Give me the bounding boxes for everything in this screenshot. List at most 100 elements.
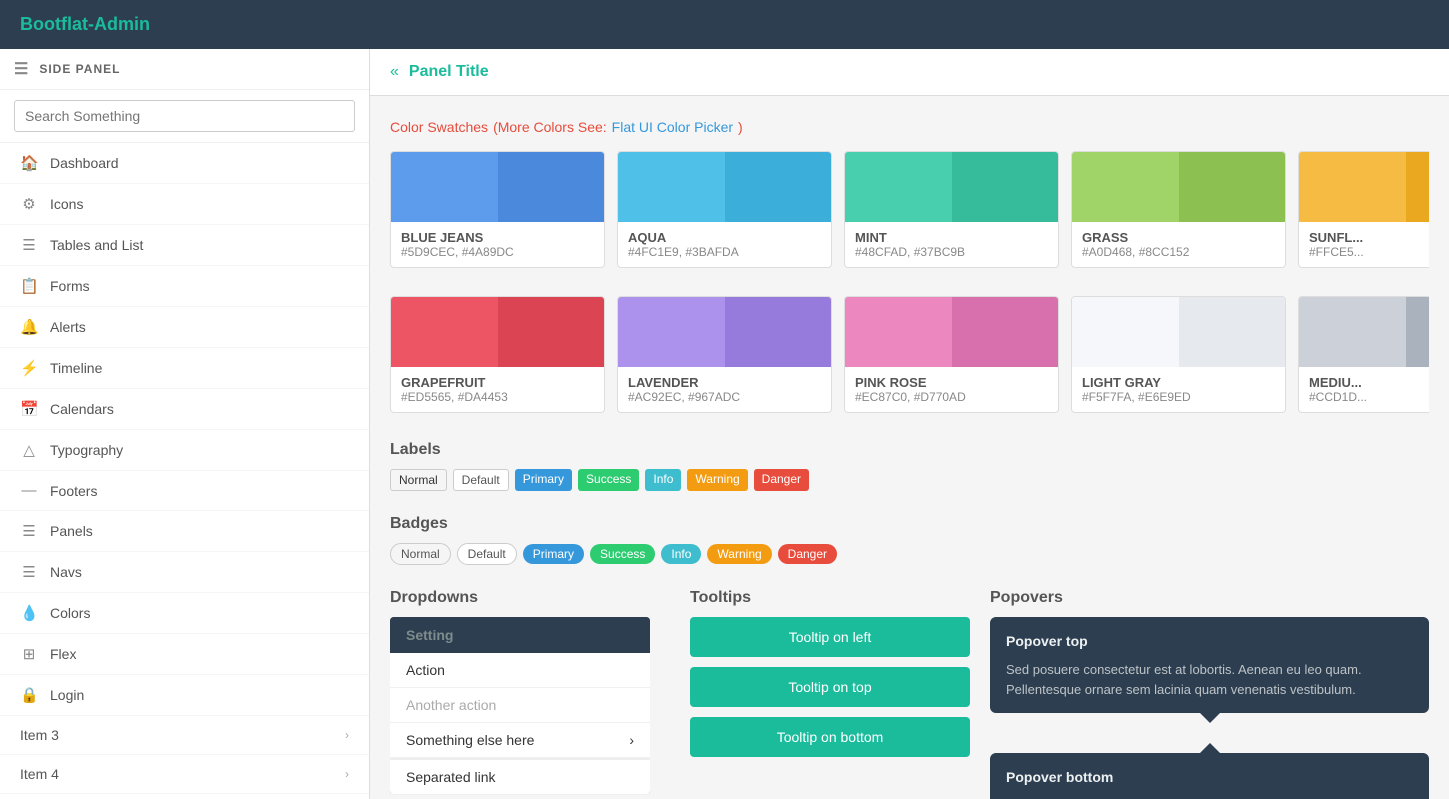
timeline-icon: ⚡: [20, 359, 38, 377]
swatch-sunflower: SUNFL... #FFCE5...: [1298, 151, 1429, 268]
flex-icon: ⊞: [20, 645, 38, 663]
swatch-mint: MINT #48CFAD, #37BC9B: [844, 151, 1059, 268]
swatch-pink-rose: PINK ROSE #EC87C0, #D770AD: [844, 296, 1059, 413]
popovers-title: Popovers: [990, 589, 1429, 607]
tooltip-top-button[interactable]: Tooltip on top: [690, 667, 970, 707]
sidebar-item-dashboard[interactable]: 🏠 Dashboard: [0, 143, 369, 184]
footers-icon: —: [20, 482, 38, 499]
sidebar-item-flex[interactable]: ⊞ Flex: [0, 634, 369, 675]
badge-normal: Normal: [390, 543, 451, 565]
dropdowns-col: Dropdowns Setting Action Another action …: [390, 589, 670, 799]
swatch-aqua: AQUA #4FC1E9, #3BAFDA: [617, 151, 832, 268]
labels-title: Labels: [390, 441, 1429, 459]
sidebar-item-label: Icons: [50, 196, 83, 212]
sidebar-item-calendars[interactable]: 📅 Calendars: [0, 389, 369, 430]
sidebar-item-label: Panels: [50, 523, 93, 539]
sidebar-item-forms[interactable]: 📋 Forms: [0, 266, 369, 307]
sidebar-menu: 🏠 Dashboard ⚙ Icons ☰ Tables and List 📋 …: [0, 143, 369, 799]
forms-icon: 📋: [20, 277, 38, 295]
swatches-section-title: Color Swatches (More Colors See: Flat UI…: [390, 116, 1429, 137]
sidebar-item-icons[interactable]: ⚙ Icons: [0, 184, 369, 225]
colors-icon: 💧: [20, 604, 38, 622]
back-arrow-icon[interactable]: «: [390, 63, 399, 81]
tooltips-title: Tooltips: [690, 589, 970, 607]
three-col-section: Dropdowns Setting Action Another action …: [390, 589, 1429, 799]
typography-icon: △: [20, 441, 38, 459]
calendar-icon: 📅: [20, 400, 38, 418]
dropdown-item-separated[interactable]: Separated link: [390, 758, 650, 795]
swatches-row-1: BLUE JEANS #5D9CEC, #4A89DC AQUA #4FC1E9…: [390, 151, 1429, 268]
table-icon: ☰: [20, 236, 38, 254]
sidebar-item-label: Alerts: [50, 319, 86, 335]
label-info: Info: [645, 469, 681, 491]
badge-default: Default: [457, 543, 517, 565]
sidebar: ☰ SIDE PANEL 🏠 Dashboard ⚙ Icons ☰ Table…: [0, 49, 370, 799]
hamburger-icon[interactable]: ☰: [14, 59, 29, 79]
sidebar-item-typography[interactable]: △ Typography: [0, 430, 369, 471]
search-input[interactable]: [14, 100, 355, 132]
popover-top-arrow: [1200, 713, 1220, 723]
app-title: Bootflat-Admin: [20, 14, 150, 34]
sidebar-item-label: Tables and List: [50, 237, 143, 253]
dropdown-setting: Setting: [390, 617, 650, 653]
dropdown-menu: Setting Action Another action Something …: [390, 617, 650, 795]
sidebar-item-item3[interactable]: Item 3 ›: [0, 716, 369, 755]
chevron-right-icon: ›: [345, 728, 349, 742]
sidebar-title: SIDE PANEL: [39, 62, 120, 76]
label-items: Normal Default Primary Success Info Warn…: [390, 469, 1429, 491]
tooltip-bottom-button[interactable]: Tooltip on bottom: [690, 717, 970, 757]
sidebar-item-label: Calendars: [50, 401, 114, 417]
swatch-lavender: LAVENDER #AC92EC, #967ADC: [617, 296, 832, 413]
sidebar-item-panels[interactable]: ☰ Panels: [0, 511, 369, 552]
main-layout: ☰ SIDE PANEL 🏠 Dashboard ⚙ Icons ☰ Table…: [0, 49, 1449, 799]
sidebar-item-navs[interactable]: ☰ Navs: [0, 552, 369, 593]
popover-top-title: Popover top: [1006, 631, 1413, 652]
bell-icon: 🔔: [20, 318, 38, 336]
sidebar-item-label: Timeline: [50, 360, 102, 376]
sidebar-item-tables[interactable]: ☰ Tables and List: [0, 225, 369, 266]
chevron-right-icon: ›: [345, 767, 349, 781]
sidebar-item-footers[interactable]: — Footers: [0, 471, 369, 511]
swatch-grapefruit: GRAPEFRUIT #ED5565, #DA4453: [390, 296, 605, 413]
sidebar-item-login[interactable]: 🔒 Login: [0, 675, 369, 716]
popover-bottom-arrow: [1200, 743, 1220, 753]
sidebar-item-colors[interactable]: 💧 Colors: [0, 593, 369, 634]
sidebar-search-container: [0, 90, 369, 143]
sidebar-item-label: Flex: [50, 646, 76, 662]
tooltips-col: Tooltips Tooltip on left Tooltip on top …: [690, 589, 970, 799]
popover-bottom-title: Popover bottom: [1006, 767, 1413, 788]
swatch-medium-gray: MEDIU... #CCD1D...: [1298, 296, 1429, 413]
popover-top-body: Sed posuere consectetur est at lobortis.…: [1006, 660, 1413, 699]
color-picker-link[interactable]: Flat UI Color Picker: [612, 119, 733, 135]
sidebar-item-timeline[interactable]: ⚡ Timeline: [0, 348, 369, 389]
panel-header: « Panel Title: [370, 49, 1449, 96]
sidebar-item-label: Item 4: [20, 766, 59, 782]
tooltip-left-button[interactable]: Tooltip on left: [690, 617, 970, 657]
topbar: Bootflat-Admin: [0, 0, 1449, 49]
home-icon: 🏠: [20, 154, 38, 172]
swatch-blue-jeans: BLUE JEANS #5D9CEC, #4A89DC: [390, 151, 605, 268]
dropdown-item-action[interactable]: Action: [390, 653, 650, 688]
swatch-grass: GRASS #A0D468, #8CC152: [1071, 151, 1286, 268]
swatches-row-2: GRAPEFRUIT #ED5565, #DA4453 LAVENDER #AC…: [390, 296, 1429, 413]
sidebar-item-label: Item 3: [20, 727, 59, 743]
label-success: Success: [578, 469, 639, 491]
dropdown-item-another: Another action: [390, 688, 650, 723]
sidebar-item-label: Navs: [50, 564, 82, 580]
dropdown-item-something[interactable]: Something else here ›: [390, 723, 650, 758]
badge-primary: Primary: [523, 544, 584, 564]
popovers-col: Popovers Popover top Sed posuere consect…: [990, 589, 1429, 799]
labels-section: Labels Normal Default Primary Success In…: [390, 441, 1429, 491]
badge-success: Success: [590, 544, 655, 564]
badge-danger: Danger: [778, 544, 837, 564]
sidebar-item-label: Footers: [50, 483, 97, 499]
badge-info: Info: [661, 544, 701, 564]
label-default: Default: [453, 469, 509, 491]
chevron-right-icon: ›: [629, 732, 634, 748]
sidebar-item-item4[interactable]: Item 4 ›: [0, 755, 369, 794]
sidebar-item-label: Login: [50, 687, 84, 703]
label-primary: Primary: [515, 469, 572, 491]
sidebar-item-alerts[interactable]: 🔔 Alerts: [0, 307, 369, 348]
badge-warning: Warning: [707, 544, 771, 564]
badge-items: Normal Default Primary Success Info Warn…: [390, 543, 1429, 565]
